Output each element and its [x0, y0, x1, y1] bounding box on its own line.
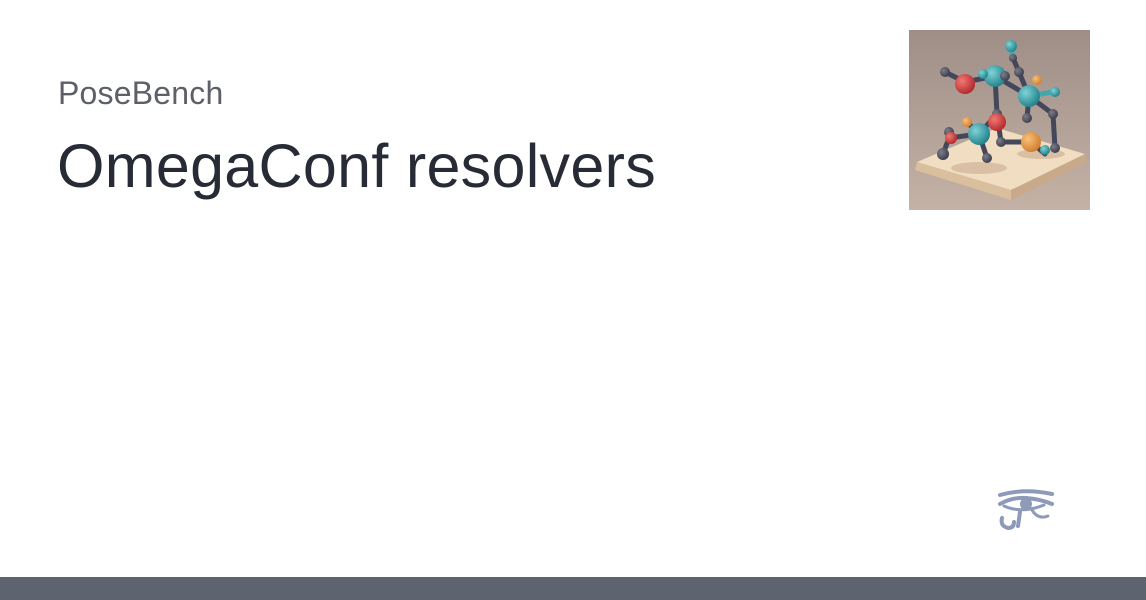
social-preview-card: PoseBench OmegaConf resolvers	[0, 0, 1146, 600]
site-name: PoseBench	[58, 75, 224, 111]
page-title: OmegaConf resolvers	[57, 132, 656, 200]
eye-of-horus-icon	[994, 488, 1056, 532]
molecule-logo	[909, 30, 1090, 210]
bottom-bar	[0, 577, 1146, 600]
